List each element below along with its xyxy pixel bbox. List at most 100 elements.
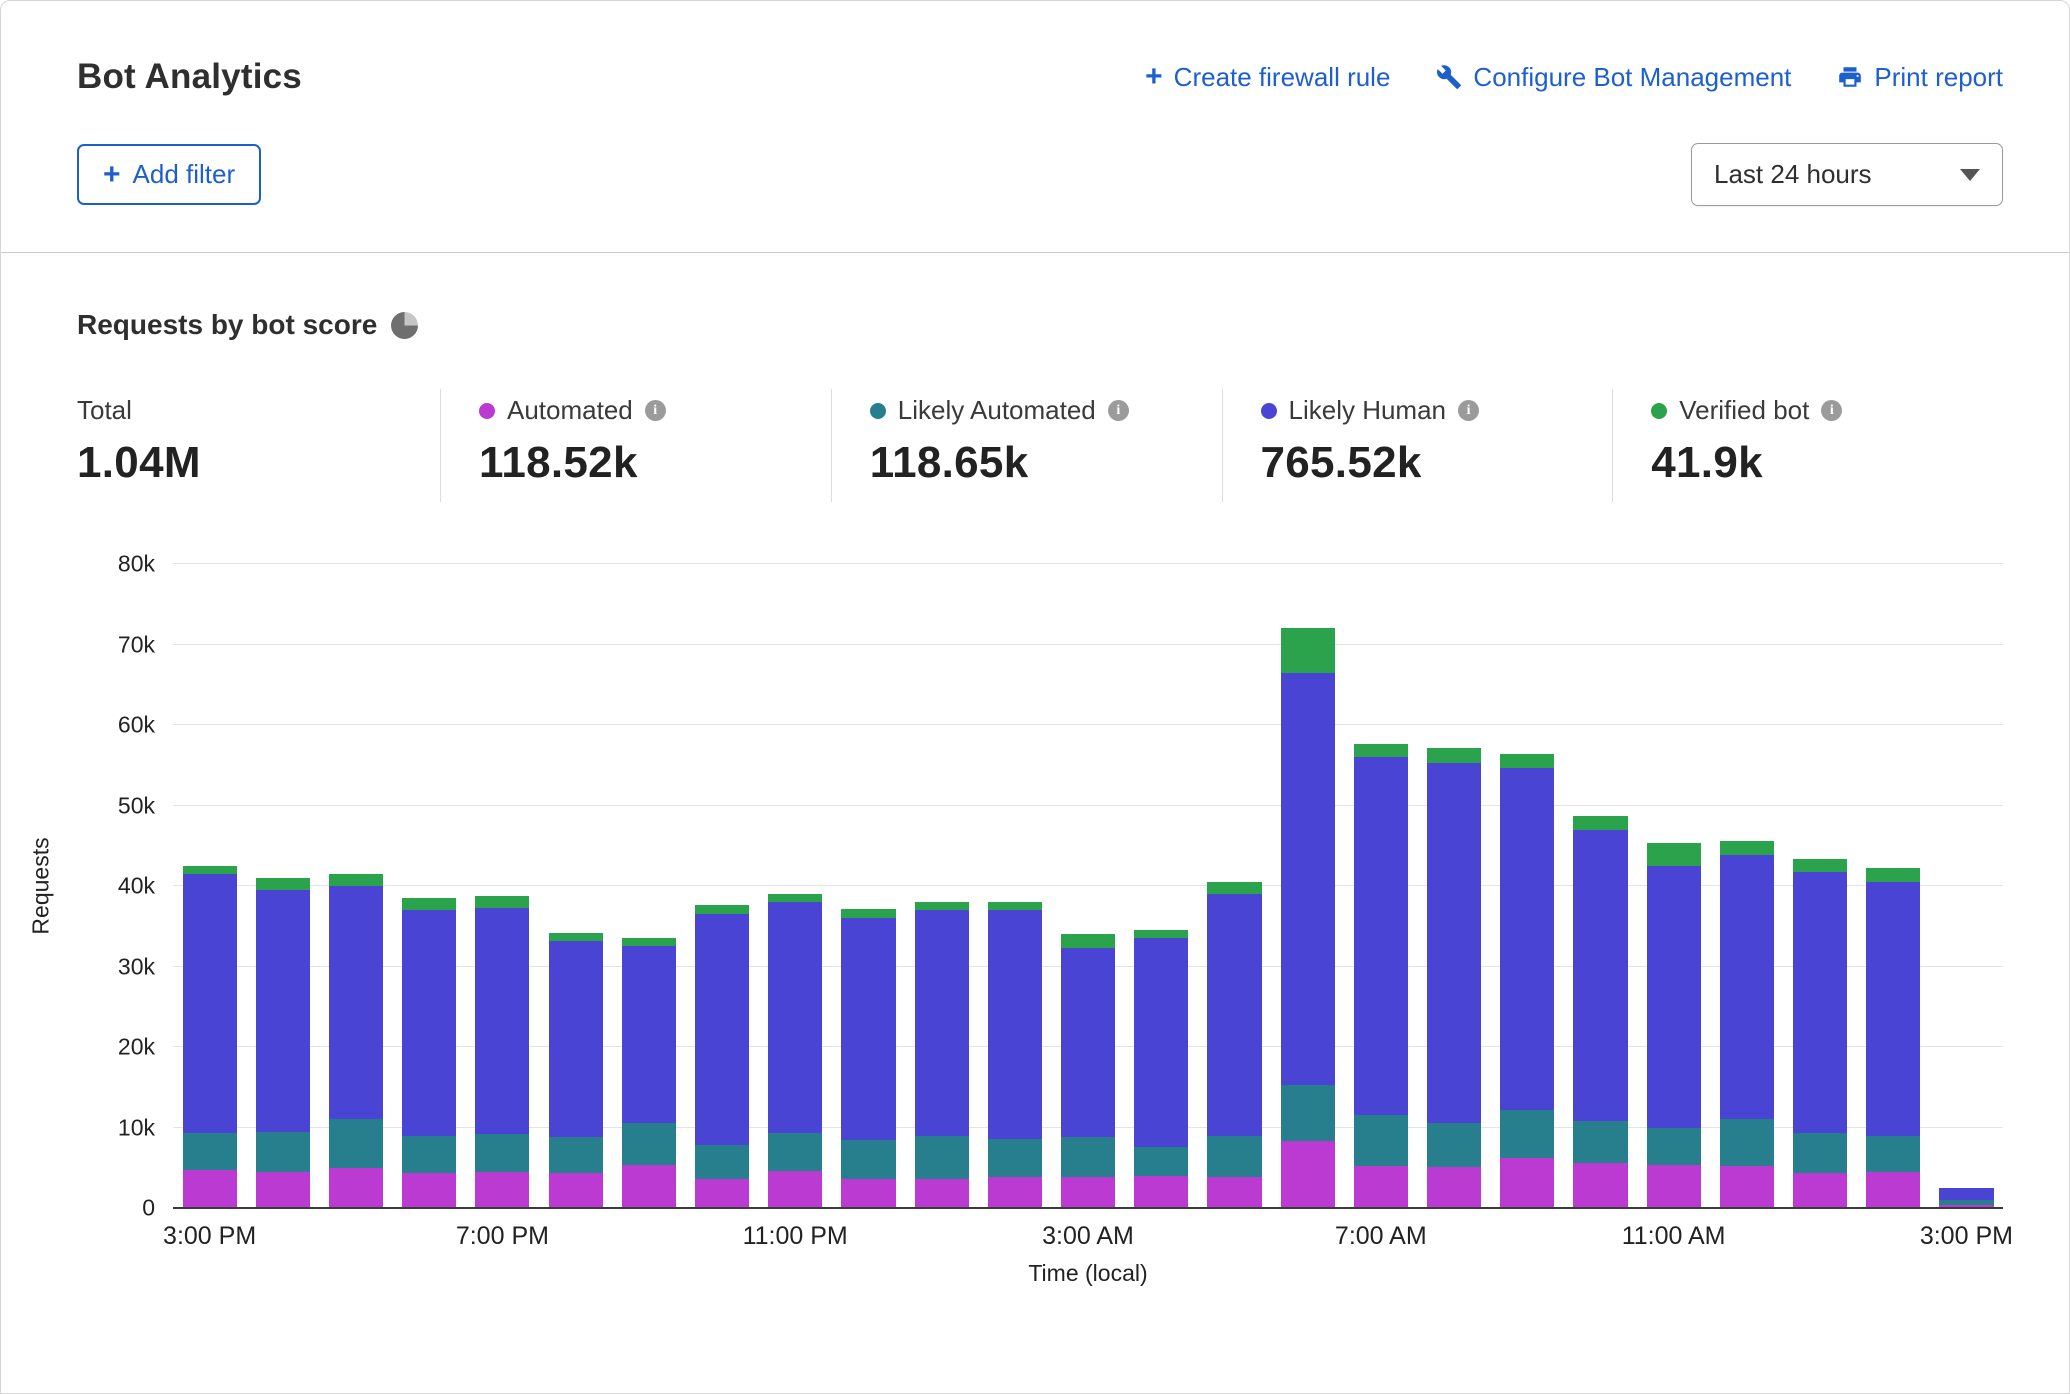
stacked-bar-4[interactable]: [475, 564, 529, 1208]
stat-likely-automated[interactable]: Likely Automated i 118.65k: [831, 389, 1222, 502]
print-report-label: Print report: [1874, 62, 2003, 93]
segment-likely-automated: [549, 1137, 603, 1172]
segment-likely-human: [1720, 855, 1774, 1119]
create-firewall-rule-link[interactable]: + Create firewall rule: [1145, 62, 1390, 93]
y-axis-title: Requests: [28, 837, 55, 934]
stacked-bar-5[interactable]: [549, 564, 603, 1208]
segment-likely-human: [695, 914, 749, 1145]
bar-slot: [685, 564, 758, 1208]
segment-likely-automated: [1573, 1121, 1627, 1163]
stacked-bar-23[interactable]: [1866, 564, 1920, 1208]
segment-verified-bot: [1207, 882, 1261, 894]
stacked-bar-16[interactable]: [1354, 564, 1408, 1208]
stat-automated[interactable]: Automated i 118.52k: [440, 389, 831, 502]
bar-slot: [1930, 564, 2003, 1208]
segment-verified-bot: [695, 905, 749, 915]
stat-automated-label: Automated: [507, 395, 633, 426]
stacked-bar-17[interactable]: [1427, 564, 1481, 1208]
segment-automated: [1720, 1166, 1774, 1208]
stacked-bar-8[interactable]: [768, 564, 822, 1208]
segment-automated: [402, 1173, 456, 1208]
segment-verified-bot: [475, 896, 529, 907]
stat-verified-bot-label: Verified bot: [1679, 395, 1809, 426]
stacked-bar-2[interactable]: [329, 564, 383, 1208]
stacked-bar-0[interactable]: [183, 564, 237, 1208]
pie-chart-icon: [391, 312, 418, 339]
y-tick-label: 10k: [118, 1114, 155, 1141]
stat-verified-bot[interactable]: Verified bot i 41.9k: [1612, 389, 2003, 502]
stat-likely-automated-label: Likely Automated: [898, 395, 1096, 426]
info-icon[interactable]: i: [1821, 400, 1842, 421]
time-range-select[interactable]: Last 24 hours: [1691, 143, 2003, 206]
bar-slot: [905, 564, 978, 1208]
stat-likely-human[interactable]: Likely Human i 765.52k: [1222, 389, 1613, 502]
segment-automated: [841, 1179, 895, 1208]
stacked-bar-10[interactable]: [915, 564, 969, 1208]
y-tick-label: 70k: [118, 631, 155, 658]
verified-bot-legend-dot: [1651, 403, 1667, 419]
content: Requests by bot score Total 1.04M Automa…: [1, 253, 2069, 502]
y-tick-label: 80k: [118, 551, 155, 578]
segment-verified-bot: [768, 894, 822, 902]
stacked-bar-9[interactable]: [841, 564, 895, 1208]
stacked-bar-14[interactable]: [1207, 564, 1261, 1208]
stacked-bar-7[interactable]: [695, 564, 749, 1208]
y-tick-label: 50k: [118, 792, 155, 819]
print-report-link[interactable]: Print report: [1837, 62, 2003, 93]
segment-likely-human: [1939, 1188, 1993, 1200]
bar-slot: [1271, 564, 1344, 1208]
segment-automated: [768, 1171, 822, 1208]
stat-automated-value: 118.52k: [479, 438, 821, 488]
segment-likely-automated: [1427, 1123, 1481, 1166]
stacked-bar-21[interactable]: [1720, 564, 1774, 1208]
segment-automated: [1061, 1177, 1115, 1208]
segment-likely-human: [549, 941, 603, 1137]
segment-likely-human: [1647, 866, 1701, 1128]
segment-verified-bot: [329, 874, 383, 886]
y-tick-label: 0: [142, 1195, 155, 1222]
segment-likely-automated: [1207, 1136, 1261, 1177]
stacked-bar-13[interactable]: [1134, 564, 1188, 1208]
stacked-bar-11[interactable]: [988, 564, 1042, 1208]
bar-slot: [612, 564, 685, 1208]
stacked-bar-15[interactable]: [1281, 564, 1335, 1208]
segment-verified-bot: [1647, 843, 1701, 866]
stacked-bar-6[interactable]: [622, 564, 676, 1208]
segment-likely-automated: [1647, 1128, 1701, 1166]
bar-slot: [1125, 564, 1198, 1208]
automated-legend-dot: [479, 403, 495, 419]
segment-likely-automated: [402, 1136, 456, 1174]
bar-slot: [1417, 564, 1490, 1208]
segment-likely-automated: [695, 1145, 749, 1179]
stacked-bar-24[interactable]: [1939, 564, 1993, 1208]
stacked-bar-22[interactable]: [1793, 564, 1847, 1208]
add-filter-button[interactable]: + Add filter: [77, 144, 261, 205]
y-axis-labels: 010k20k30k40k50k60k70k80k: [77, 564, 173, 1208]
bar-slot: [393, 564, 466, 1208]
info-icon[interactable]: i: [1108, 400, 1129, 421]
segment-likely-automated: [622, 1123, 676, 1165]
segment-likely-automated: [1281, 1085, 1335, 1141]
x-tick-label: 3:00 AM: [1042, 1222, 1134, 1251]
segment-likely-human: [183, 874, 237, 1133]
segment-likely-automated: [988, 1139, 1042, 1177]
segment-likely-human: [1061, 948, 1115, 1137]
segment-automated: [1354, 1166, 1408, 1208]
stacked-bar-18[interactable]: [1500, 564, 1554, 1208]
stacked-bar-1[interactable]: [256, 564, 310, 1208]
segment-verified-bot: [1866, 868, 1920, 882]
info-icon[interactable]: i: [645, 400, 666, 421]
segment-likely-human: [622, 946, 676, 1123]
segment-verified-bot: [402, 898, 456, 910]
segment-verified-bot: [841, 909, 895, 919]
x-tick-label: 7:00 PM: [456, 1222, 549, 1251]
segment-likely-automated: [915, 1136, 969, 1179]
configure-bot-management-link[interactable]: Configure Bot Management: [1436, 62, 1791, 93]
stacked-bar-19[interactable]: [1573, 564, 1627, 1208]
info-icon[interactable]: i: [1458, 400, 1479, 421]
y-tick-label: 30k: [118, 953, 155, 980]
stacked-bar-20[interactable]: [1647, 564, 1701, 1208]
stacked-bar-3[interactable]: [402, 564, 456, 1208]
stacked-bar-12[interactable]: [1061, 564, 1115, 1208]
segment-automated: [329, 1168, 383, 1208]
